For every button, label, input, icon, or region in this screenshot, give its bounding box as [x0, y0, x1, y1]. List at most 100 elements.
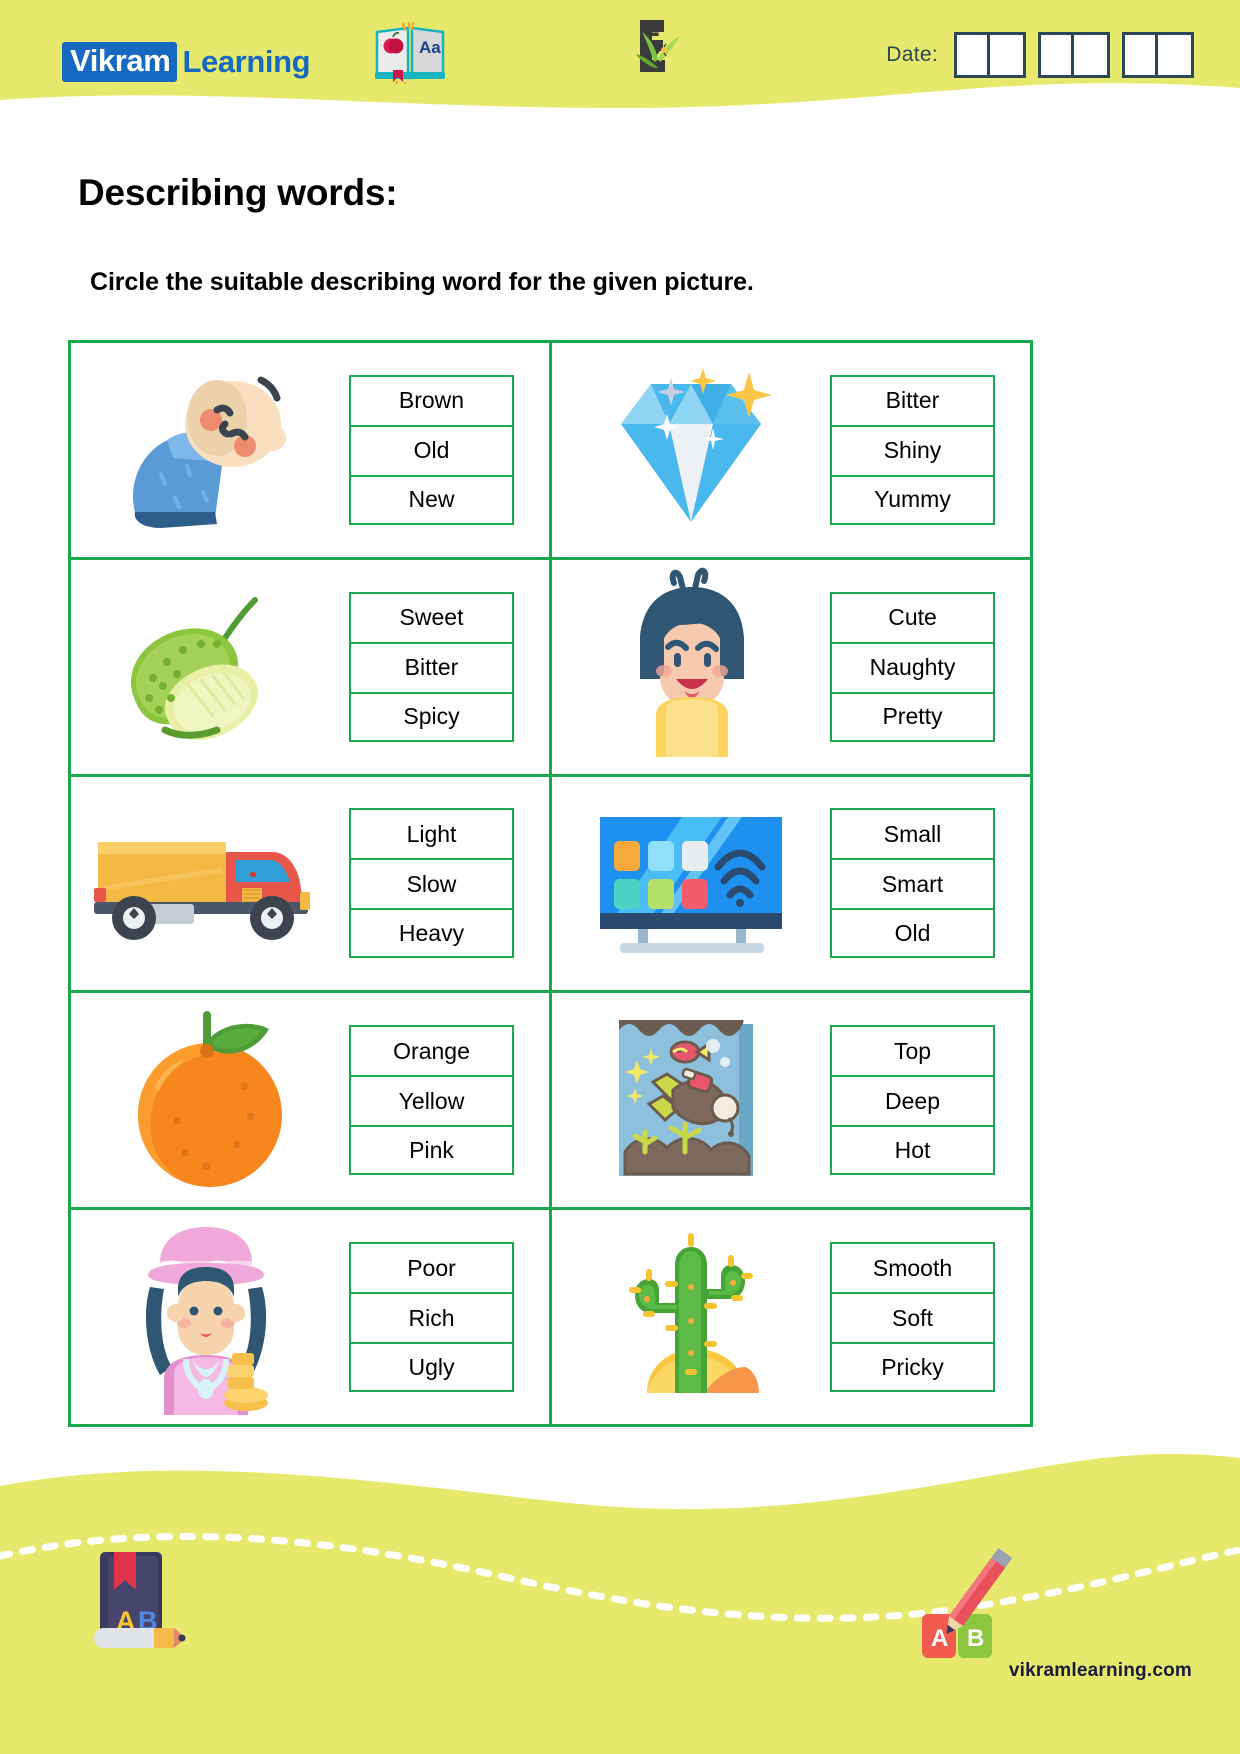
worksheet-table: Brown Old New Bitter Shiny Yummy Sweet B… — [68, 340, 1033, 1427]
option-box[interactable]: Slow — [349, 858, 514, 909]
option-box[interactable]: Deep — [830, 1075, 995, 1126]
brand-logo[interactable]: Vikram Learning — [62, 40, 311, 84]
date-cell[interactable] — [1041, 35, 1074, 75]
options-group: Sweet Bitter Spicy — [349, 591, 514, 742]
picture-area — [552, 777, 830, 991]
option-box[interactable]: Old — [349, 424, 514, 475]
question-cell: Light Slow Heavy — [71, 776, 552, 991]
date-field-group[interactable]: Date: — [886, 32, 1194, 78]
option-box[interactable]: Light — [349, 808, 514, 859]
picture-area — [71, 1210, 349, 1424]
options-group: Top Deep Hot — [830, 1025, 995, 1176]
options-group: Cute Naughty Pretty — [830, 591, 995, 742]
date-cell[interactable] — [1074, 35, 1107, 75]
option-box[interactable]: Yellow — [349, 1075, 514, 1126]
option-box[interactable]: Orange — [349, 1025, 514, 1076]
date-label: Date: — [886, 43, 938, 66]
website-url[interactable]: vikramlearning.com — [1009, 1660, 1192, 1682]
option-box[interactable]: Hot — [830, 1125, 995, 1176]
question-cell: Smooth Soft Pricky — [552, 1210, 1030, 1424]
option-box[interactable]: Ugly — [349, 1342, 514, 1393]
option-box[interactable]: Heavy — [349, 908, 514, 959]
scuba-diver-icon — [619, 1019, 753, 1176]
options-group: Brown Old New — [349, 374, 514, 525]
question-cell: Sweet Bitter Spicy — [71, 559, 552, 774]
options-group: Bitter Shiny Yummy — [830, 374, 995, 525]
picture-area — [71, 777, 349, 991]
date-year-pair[interactable] — [1122, 32, 1194, 78]
question-cell: Brown Old New — [71, 343, 552, 557]
question-cell: Small Smart Old — [552, 777, 1030, 991]
instruction-text: Circle the suitable describing word for … — [90, 268, 754, 296]
option-box[interactable]: Pink — [349, 1125, 514, 1176]
options-group: Poor Rich Ugly — [349, 1242, 514, 1393]
option-box[interactable]: Smooth — [830, 1242, 995, 1293]
question-cell: Top Deep Hot — [552, 993, 1030, 1207]
date-day-pair[interactable] — [954, 32, 1026, 78]
options-group: Smooth Soft Pricky — [830, 1242, 995, 1393]
option-box[interactable]: Top — [830, 1025, 995, 1076]
table-row: Brown Old New Bitter Shiny Yummy — [71, 343, 1030, 560]
table-row: Light Slow Heavy Small Smart Old — [71, 776, 1030, 994]
options-group: Small Smart Old — [830, 808, 995, 959]
block-letter-b: B — [967, 1625, 984, 1652]
question-cell: Cute Naughty Pretty — [552, 560, 1030, 774]
option-box[interactable]: Pretty — [830, 691, 995, 742]
logo-word-learning: Learning — [182, 44, 311, 79]
question-cell: Bitter Shiny Yummy — [552, 343, 1030, 557]
ab-book-icon: A B — [94, 1552, 186, 1648]
rich-lady-icon — [145, 1227, 268, 1416]
question-cell: Orange Yellow Pink — [71, 993, 552, 1208]
option-box[interactable]: Pricky — [830, 1342, 995, 1393]
date-month-pair[interactable] — [1038, 32, 1110, 78]
option-box[interactable]: Spicy — [349, 691, 514, 742]
bitter-gourd-icon — [131, 596, 258, 740]
date-cell[interactable] — [1125, 35, 1158, 75]
open-book-icon: Aa — [375, 22, 445, 84]
date-cell[interactable] — [990, 35, 1023, 75]
question-cell: Poor Rich Ugly — [71, 1210, 552, 1424]
book-icon-letters: Aa — [419, 38, 441, 57]
option-box[interactable]: Bitter — [830, 374, 995, 425]
grade-plant-icon: 5 — [636, 20, 680, 72]
page-footer: A B A B vikramlearning.com — [0, 1424, 1240, 1754]
ab-blocks-pencil-icon: A B — [922, 1547, 1013, 1658]
option-box[interactable]: Smart — [830, 858, 995, 909]
option-box[interactable]: Poor — [349, 1242, 514, 1293]
naughty-girl-icon — [639, 567, 744, 757]
page-header: Vikram Learning Aa 5 Date: — [0, 0, 1240, 118]
diamond-icon — [621, 368, 772, 523]
option-box[interactable]: Sweet — [349, 591, 514, 642]
option-box[interactable]: Brown — [349, 374, 514, 425]
option-box[interactable]: Rich — [349, 1292, 514, 1343]
options-group: Light Slow Heavy — [349, 808, 514, 959]
picture-area — [552, 343, 830, 557]
option-box[interactable]: Shiny — [830, 424, 995, 475]
picture-area — [552, 560, 830, 774]
table-row: Orange Yellow Pink Top Deep Hot — [71, 993, 1030, 1211]
option-box[interactable]: New — [349, 474, 514, 525]
page-title: Describing words: — [78, 172, 398, 213]
picture-area — [71, 343, 349, 557]
truck-icon — [94, 842, 310, 941]
cactus-icon — [629, 1233, 759, 1394]
picture-area — [71, 560, 349, 774]
block-letter-a: A — [931, 1625, 948, 1652]
options-group: Orange Yellow Pink — [349, 1025, 514, 1176]
option-box[interactable]: Cute — [830, 591, 995, 642]
sleeping-baby-icon — [132, 376, 286, 529]
logo-badge-vikram: Vikram — [62, 41, 178, 83]
date-cell[interactable] — [1158, 35, 1191, 75]
option-box[interactable]: Soft — [830, 1292, 995, 1343]
table-row: Sweet Bitter Spicy Cute Naughty Pretty — [71, 559, 1030, 777]
option-box[interactable]: Naughty — [830, 641, 995, 692]
date-cell[interactable] — [957, 35, 990, 75]
picture-area — [552, 1210, 830, 1424]
option-box[interactable]: Old — [830, 908, 995, 959]
table-row: Poor Rich Ugly Smooth Soft Pricky — [71, 1210, 1030, 1424]
option-box[interactable]: Yummy — [830, 474, 995, 525]
orange-fruit-icon — [138, 1011, 282, 1188]
option-box[interactable]: Bitter — [349, 641, 514, 692]
option-box[interactable]: Small — [830, 808, 995, 859]
smart-tv-icon — [600, 817, 782, 954]
